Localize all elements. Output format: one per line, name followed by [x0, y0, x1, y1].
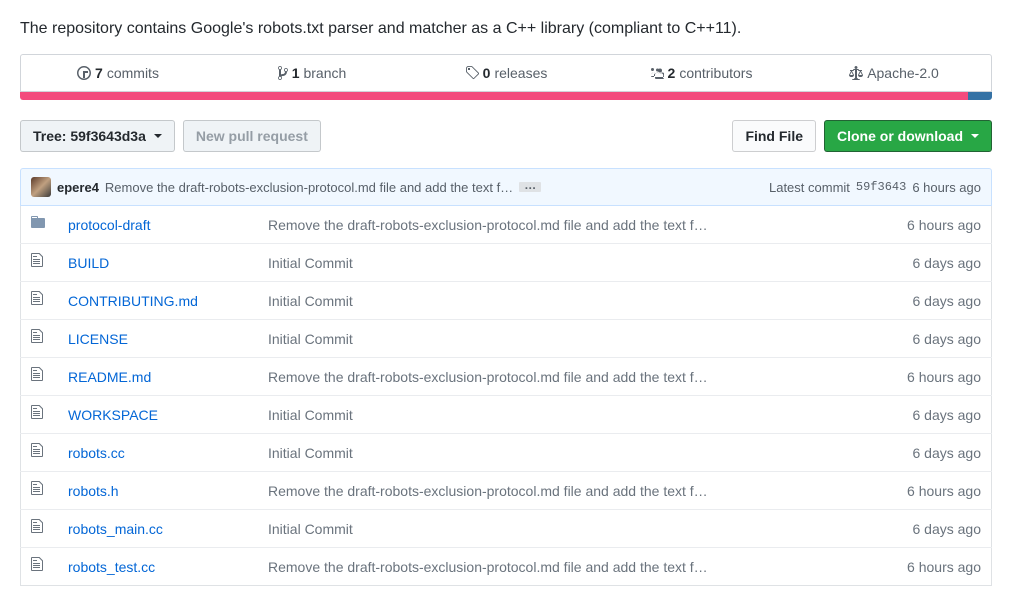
file-commit-message[interactable]: Remove the draft-robots-exclusion-protoc…: [258, 472, 851, 510]
file-age: 6 days ago: [851, 320, 992, 358]
file-icon: [21, 548, 59, 586]
table-row: WORKSPACE Initial Commit6 days ago: [21, 396, 992, 434]
file-age: 6 days ago: [851, 282, 992, 320]
license-label: Apache-2.0: [867, 65, 939, 81]
language-segment[interactable]: [968, 92, 992, 100]
file-icon: [21, 244, 59, 282]
commit-more-button[interactable]: …: [519, 182, 541, 192]
file-age: 6 hours ago: [851, 472, 992, 510]
file-age: 6 days ago: [851, 434, 992, 472]
file-commit-message[interactable]: Remove the draft-robots-exclusion-protoc…: [258, 358, 851, 396]
file-age: 6 hours ago: [851, 358, 992, 396]
file-name-link[interactable]: BUILD: [68, 255, 109, 271]
releases-link[interactable]: 0 releases: [409, 55, 603, 91]
file-name-link[interactable]: CONTRIBUTING.md: [68, 293, 198, 309]
table-row: BUILD Initial Commit6 days ago: [21, 244, 992, 282]
people-icon: [648, 65, 664, 81]
file-commit-message[interactable]: Initial Commit: [258, 244, 851, 282]
caret-down-icon: [154, 134, 162, 138]
latest-commit-bar: epere4 Remove the draft-robots-exclusion…: [20, 168, 992, 206]
file-name-link[interactable]: robots_main.cc: [68, 521, 163, 537]
commit-message-link[interactable]: Remove the draft-robots-exclusion-protoc…: [105, 180, 513, 195]
commit-sha-link[interactable]: 59f3643: [856, 180, 906, 194]
branch-select-label: Tree: 59f3643d3a: [33, 126, 146, 146]
caret-down-icon: [971, 134, 979, 138]
file-name-link[interactable]: robots_test.cc: [68, 559, 155, 575]
clone-download-button[interactable]: Clone or download: [824, 120, 992, 152]
commit-age: 6 hours ago: [912, 180, 981, 195]
file-commit-message[interactable]: Initial Commit: [258, 510, 851, 548]
files-table: protocol-draft Remove the draft-robots-ex…: [20, 206, 992, 586]
file-commit-message[interactable]: Remove the draft-robots-exclusion-protoc…: [258, 548, 851, 586]
file-icon: [21, 282, 59, 320]
table-row: robots.h Remove the draft-robots-exclusio…: [21, 472, 992, 510]
file-commit-message[interactable]: Initial Commit: [258, 396, 851, 434]
new-pull-request-button[interactable]: New pull request: [183, 120, 321, 152]
folder-icon: [21, 206, 59, 244]
commits-count: 7: [95, 65, 103, 81]
file-name-link[interactable]: robots.h: [68, 483, 119, 499]
language-bar[interactable]: [20, 92, 992, 100]
actions-row: Tree: 59f3643d3a New pull request Find F…: [20, 120, 992, 152]
latest-commit-label: Latest commit: [769, 180, 850, 195]
table-row: protocol-draft Remove the draft-robots-ex…: [21, 206, 992, 244]
contributors-label: contributors: [679, 65, 752, 81]
tag-icon: [465, 65, 479, 81]
file-commit-message[interactable]: Remove the draft-robots-exclusion-protoc…: [258, 206, 851, 244]
commit-author-link[interactable]: epere4: [57, 180, 99, 195]
branches-count: 1: [292, 65, 300, 81]
table-row: CONTRIBUTING.md Initial Commit6 days ago: [21, 282, 992, 320]
file-age: 6 days ago: [851, 396, 992, 434]
branches-link[interactable]: 1 branch: [215, 55, 409, 91]
file-icon: [21, 320, 59, 358]
file-name-link[interactable]: robots.cc: [68, 445, 125, 461]
file-commit-message[interactable]: Initial Commit: [258, 282, 851, 320]
file-age: 6 hours ago: [851, 206, 992, 244]
language-segment[interactable]: [20, 92, 968, 100]
commits-link[interactable]: 7 commits: [21, 55, 215, 91]
file-age: 6 hours ago: [851, 548, 992, 586]
file-name-link[interactable]: protocol-draft: [68, 217, 150, 233]
branch-select-button[interactable]: Tree: 59f3643d3a: [20, 120, 175, 152]
branch-icon: [278, 65, 288, 81]
avatar[interactable]: [31, 177, 51, 197]
file-icon: [21, 358, 59, 396]
license-link[interactable]: Apache-2.0: [797, 55, 991, 91]
file-name-link[interactable]: WORKSPACE: [68, 407, 158, 423]
releases-label: releases: [494, 65, 547, 81]
branches-label: branch: [303, 65, 346, 81]
file-name-link[interactable]: LICENSE: [68, 331, 128, 347]
table-row: robots_main.cc Initial Commit6 days ago: [21, 510, 992, 548]
clone-download-label: Clone or download: [837, 126, 963, 146]
file-icon: [21, 434, 59, 472]
file-icon: [21, 396, 59, 434]
file-icon: [21, 472, 59, 510]
repo-description: The repository contains Google's robots.…: [20, 20, 992, 38]
law-icon: [849, 65, 863, 81]
file-commit-message[interactable]: Initial Commit: [258, 434, 851, 472]
file-icon: [21, 510, 59, 548]
table-row: robots.cc Initial Commit6 days ago: [21, 434, 992, 472]
find-file-button[interactable]: Find File: [732, 120, 816, 152]
table-row: LICENSE Initial Commit6 days ago: [21, 320, 992, 358]
contributors-count: 2: [668, 65, 676, 81]
table-row: robots_test.cc Remove the draft-robots-ex…: [21, 548, 992, 586]
file-name-link[interactable]: README.md: [68, 369, 151, 385]
history-icon: [77, 65, 91, 81]
contributors-link[interactable]: 2 contributors: [603, 55, 797, 91]
file-commit-message[interactable]: Initial Commit: [258, 320, 851, 358]
table-row: README.md Remove the draft-robots-exclusi…: [21, 358, 992, 396]
file-age: 6 days ago: [851, 510, 992, 548]
commits-label: commits: [107, 65, 159, 81]
summary-bar: 7 commits 1 branch 0 releases 2 contribu…: [20, 54, 992, 92]
file-age: 6 days ago: [851, 244, 992, 282]
releases-count: 0: [483, 65, 491, 81]
